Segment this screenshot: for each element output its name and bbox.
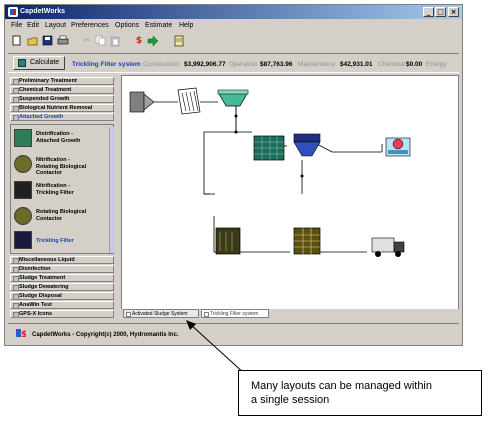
chemical-value: $0.00 xyxy=(406,61,423,68)
menu-layout[interactable]: Layout xyxy=(45,22,66,29)
screening-unit xyxy=(177,87,201,115)
category-biological-nutrient-removal[interactable]: Biological Nutrient Removal xyxy=(10,104,114,112)
item-line: Trickling Filter xyxy=(36,238,74,244)
process-item-distrification[interactable]: Distrification - Attached Growth xyxy=(14,128,108,152)
maximize-button[interactable]: □ xyxy=(435,7,446,17)
tab-trickling-filter[interactable]: Trickling Filter system xyxy=(201,309,269,318)
category-miscellaneous-liquid[interactable]: Miscellaneous Liquid xyxy=(10,256,114,264)
trickling-filter-icon xyxy=(14,231,32,249)
flowsheet-canvas[interactable] xyxy=(121,75,459,311)
process-item-nitrification-tf[interactable]: Nitrification - Trickling Filter xyxy=(14,180,108,204)
sludge-truck-unit xyxy=(371,237,405,257)
secondary-clarifier-unit xyxy=(293,133,321,157)
cut-icon[interactable]: ✂ xyxy=(81,35,93,47)
new-document-icon[interactable] xyxy=(11,35,23,47)
application-window: CapdetWorks _ □ × File Edit Layout Prefe… xyxy=(4,4,463,346)
cost-summary-strip: Calculate Trickling Filter system Constr… xyxy=(8,53,459,73)
process-library-panel: Preliminary Treatment Chemical Treatment… xyxy=(8,75,116,318)
calculator-icon xyxy=(18,59,26,67)
maintenance-label: Maintenance xyxy=(298,61,336,68)
layout-tabs: Activated Sludge System Trickling Filter… xyxy=(121,309,459,319)
window-title: CapdetWorks xyxy=(20,8,65,15)
tab-activated-sludge[interactable]: Activated Sludge System xyxy=(123,309,199,318)
menu-help[interactable]: Help xyxy=(179,22,193,29)
item-line: Distrification - xyxy=(36,131,73,137)
item-line: Nitrification - xyxy=(36,183,70,189)
category-sludge-disposal[interactable]: Sludge Disposal xyxy=(10,292,114,300)
category-chemical-treatment[interactable]: Chemical Treatment xyxy=(10,86,114,94)
menu-preferences[interactable]: Preferences xyxy=(71,22,109,29)
menu-file[interactable]: File xyxy=(11,22,22,29)
category-sludge-dewatering[interactable]: Sludge Dewatering xyxy=(10,283,114,291)
digester-unit xyxy=(215,227,241,255)
notepad-icon[interactable] xyxy=(173,35,185,47)
rbc-icon xyxy=(14,207,32,225)
process-item-nitrification-rbc[interactable]: Nitrification - Rotating Biological Contac… xyxy=(14,154,108,178)
flowsheet-diagram xyxy=(129,87,411,257)
rotating-contactor-icon xyxy=(14,155,32,173)
category-disinfection[interactable]: Disinfection xyxy=(10,265,114,273)
minimize-button[interactable]: _ xyxy=(423,7,434,17)
category-gpsx-icons[interactable]: GPS-X Icons xyxy=(10,310,114,318)
annotation-callout: Many layouts can be managed within a sin… xyxy=(238,370,482,416)
influent-pump-unit xyxy=(129,91,155,113)
disinfection-unit xyxy=(385,137,411,157)
menu-bar: File Edit Layout Preferences Options Est… xyxy=(5,20,462,32)
title-bar: CapdetWorks _ □ × xyxy=(5,5,462,19)
process-item-trickling-filter[interactable]: Trickling Filter xyxy=(14,230,108,254)
category-anawin-test[interactable]: AnaWin Test xyxy=(10,301,114,309)
library-scrollbar[interactable] xyxy=(109,127,114,253)
category-sludge-treatment[interactable]: Sludge Treatment xyxy=(10,274,114,282)
copy-icon[interactable] xyxy=(95,35,107,47)
process-item-rbc[interactable]: Rotating Biological Contactor xyxy=(14,206,108,230)
svg-text:$: $ xyxy=(21,330,26,337)
primary-clarifier-unit xyxy=(217,89,249,107)
item-line: Rotating Biological xyxy=(36,209,87,215)
construction-label: Construction xyxy=(143,61,180,68)
distrification-icon xyxy=(14,129,32,147)
item-line: Trickling Filter xyxy=(36,189,74,196)
copyright-text: CapdetWorks - Copyright(c) 2000, Hydroma… xyxy=(32,332,179,338)
open-folder-icon[interactable] xyxy=(27,35,39,47)
item-line: Nitrification - xyxy=(36,157,70,163)
sludge-dewatering-unit xyxy=(293,227,321,255)
operation-value: $87,763.96 xyxy=(260,61,293,68)
save-disk-icon[interactable] xyxy=(42,35,54,47)
category-attached-growth[interactable]: Attached Growth xyxy=(10,113,114,121)
item-line: Rotating Biological xyxy=(36,163,87,170)
chemical-label: Chemical xyxy=(378,61,406,68)
attached-growth-items: Distrification - Attached Growth Nitrific… xyxy=(10,124,114,254)
operation-label: Operation xyxy=(229,61,258,68)
construction-value: $3,992,906.77 xyxy=(184,61,226,68)
arrow-right-icon[interactable] xyxy=(147,35,159,47)
category-preliminary-treatment[interactable]: Preliminary Treatment xyxy=(10,77,114,85)
toolbar: ✂ $ xyxy=(5,34,462,50)
print-icon[interactable] xyxy=(57,35,69,47)
category-suspended-growth[interactable]: Suspended Growth xyxy=(10,95,114,103)
calculate-label: Calculate xyxy=(30,59,60,66)
close-button[interactable]: × xyxy=(448,7,459,17)
item-line: Contactor xyxy=(36,170,62,176)
aeration-basin-unit xyxy=(253,135,285,161)
capdet-logo-icon: $ xyxy=(16,329,26,337)
app-logo-icon xyxy=(8,7,18,17)
active-system-name: Trickling Filter system xyxy=(72,61,141,68)
menu-estimate[interactable]: Estimate xyxy=(145,22,172,29)
maintenance-value: $42,931.01 xyxy=(340,61,373,68)
item-line: Contactor xyxy=(36,215,62,222)
dollar-icon[interactable]: $ xyxy=(133,35,145,47)
trickling-filter-nh3-icon xyxy=(14,181,32,199)
menu-edit[interactable]: Edit xyxy=(27,22,39,29)
item-line: Attached Growth xyxy=(36,137,81,144)
menu-options[interactable]: Options xyxy=(115,22,139,29)
energy-label: Energy xyxy=(426,61,447,68)
paste-icon[interactable] xyxy=(109,35,121,47)
calculate-button[interactable]: Calculate xyxy=(13,56,65,70)
